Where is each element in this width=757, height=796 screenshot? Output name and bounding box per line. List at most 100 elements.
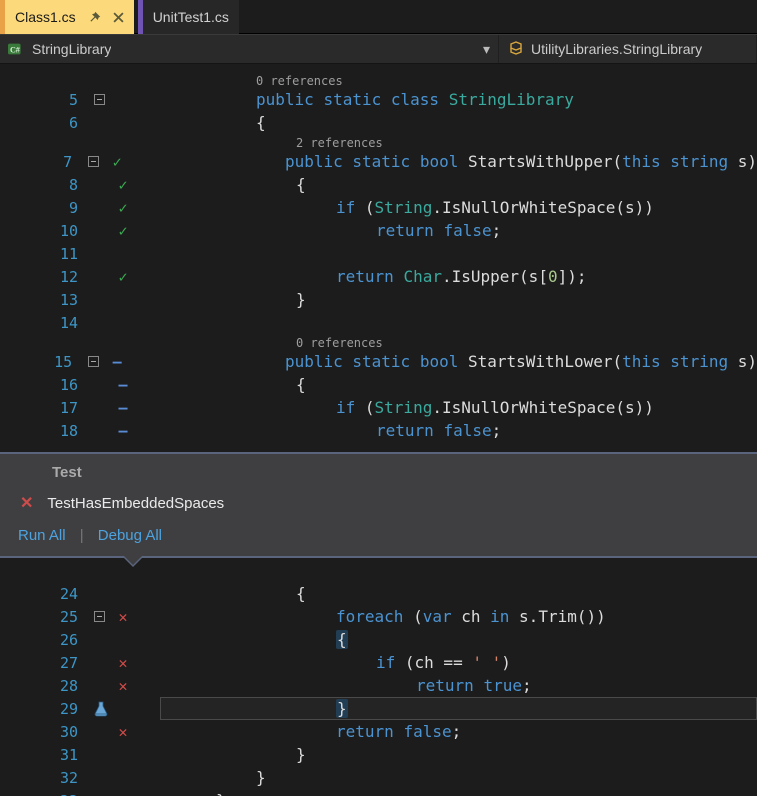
code-line[interactable]: 10 ✓ return false;: [0, 219, 757, 242]
code-text: }: [160, 288, 757, 311]
run-all-link[interactable]: Run All: [18, 527, 66, 544]
code-line[interactable]: 25 ✕ foreach (var ch in s.Trim()): [0, 605, 757, 628]
gutter: ✕: [90, 720, 160, 743]
code-line[interactable]: 5 public static class StringLibrary: [0, 88, 757, 111]
code-text: return false;: [160, 419, 757, 442]
codelens-references[interactable]: 2 references: [160, 136, 383, 150]
line-number: 17: [0, 399, 90, 417]
gutter: —: [90, 419, 160, 442]
gutter: [90, 311, 160, 334]
tab-label: Class1.cs: [15, 9, 76, 25]
codelens-references[interactable]: 0 references: [160, 74, 343, 88]
code-text: }: [160, 789, 757, 796]
line-number: 13: [0, 291, 90, 309]
debug-all-link[interactable]: Debug All: [98, 527, 162, 544]
separator: |: [80, 527, 84, 544]
code-text: return false;: [160, 219, 757, 242]
code-line[interactable]: 27 ✕ if (ch == ' '): [0, 651, 757, 674]
close-icon[interactable]: [113, 12, 124, 23]
line-number: 9: [0, 199, 90, 217]
line-number: 32: [0, 769, 90, 787]
code-text: if (String.IsNullOrWhiteSpace(s)): [160, 396, 757, 419]
gutter: [90, 88, 160, 111]
gutter: ✓: [90, 265, 160, 288]
code-line[interactable]: 26 {: [0, 628, 757, 651]
code-text: }: [160, 766, 757, 789]
code-text: {: [160, 373, 757, 396]
fail-x-icon: ✕: [20, 493, 33, 513]
nav-scope-label: StringLibrary: [32, 41, 111, 57]
gutter: [90, 582, 160, 605]
fold-toggle[interactable]: [94, 94, 105, 105]
navigation-bar: C# StringLibrary ▾ UtilityLibraries.Stri…: [0, 34, 757, 64]
test-notrun-icon: —: [114, 376, 132, 394]
code-line[interactable]: 12 ✓ return Char.IsUpper(s[0]);: [0, 265, 757, 288]
gutter: [90, 242, 160, 265]
code-text: {: [160, 582, 757, 605]
code-text: if (ch == ' '): [160, 651, 757, 674]
gutter: [90, 111, 160, 134]
code-line[interactable]: 15 — public static bool StartsWithLower(…: [0, 350, 757, 373]
code-line[interactable]: 24 {: [0, 582, 757, 605]
gutter: —: [90, 396, 160, 419]
code-line[interactable]: 11: [0, 242, 757, 265]
line-number: 11: [0, 245, 90, 263]
test-fail-icon: ✕: [114, 608, 132, 626]
gutter: —: [84, 350, 149, 373]
test-pass-icon: ✓: [114, 222, 132, 240]
code-line[interactable]: 29 }: [0, 697, 757, 720]
nav-type-label: UtilityLibraries.StringLibrary: [531, 41, 702, 57]
code-line[interactable]: 7 ✓ public static bool StartsWithUpper(t…: [0, 150, 757, 173]
test-notrun-icon: —: [114, 422, 132, 440]
code-text: {: [160, 111, 757, 134]
test-pass-icon: ✓: [114, 268, 132, 286]
pin-icon[interactable]: [88, 11, 101, 24]
fold-toggle[interactable]: [88, 156, 99, 167]
code-editor[interactable]: 0 references 5 public static class Strin…: [0, 64, 757, 796]
gutter: ✓: [90, 219, 160, 242]
fold-toggle[interactable]: [88, 356, 99, 367]
code-line[interactable]: 14: [0, 311, 757, 334]
chevron-down-icon: ▾: [477, 41, 490, 58]
failed-test-row[interactable]: ✕ TestHasEmbeddedSpaces: [0, 487, 757, 523]
line-number: 8: [0, 176, 90, 194]
line-number: 5: [0, 91, 90, 109]
csharp-file-icon: C#: [8, 41, 26, 57]
code-line[interactable]: 32 }: [0, 766, 757, 789]
flask-icon: [93, 701, 109, 717]
tab-strip: Class1.cs UnitTest1.cs: [0, 0, 757, 34]
code-line[interactable]: 31 }: [0, 743, 757, 766]
code-text: }: [160, 697, 757, 720]
code-text: return false;: [160, 720, 757, 743]
gutter: ✓: [84, 150, 149, 173]
test-results-popup: Test ✕ TestHasEmbeddedSpaces Run All | D…: [0, 452, 757, 558]
test-pass-icon: ✓: [114, 176, 132, 194]
nav-type-dropdown[interactable]: UtilityLibraries.StringLibrary: [499, 35, 757, 63]
test-pass-icon: ✓: [114, 199, 132, 217]
nav-scope-dropdown[interactable]: C# StringLibrary ▾: [0, 35, 499, 63]
code-line[interactable]: 18 — return false;: [0, 419, 757, 442]
code-line[interactable]: 9 ✓ if (String.IsNullOrWhiteSpace(s)): [0, 196, 757, 219]
gutter: [90, 789, 160, 796]
code-text: public static class StringLibrary: [160, 88, 757, 111]
code-line[interactable]: 28 ✕ return true;: [0, 674, 757, 697]
code-line[interactable]: 17 — if (String.IsNullOrWhiteSpace(s)): [0, 396, 757, 419]
code-line[interactable]: 33 }: [0, 789, 757, 796]
gutter: ✕: [90, 605, 160, 628]
code-line[interactable]: 16 — {: [0, 373, 757, 396]
tab-unittest1[interactable]: UnitTest1.cs: [138, 0, 239, 34]
codelens-references[interactable]: 0 references: [160, 336, 383, 350]
code-line[interactable]: 6 {: [0, 111, 757, 134]
line-number: 31: [0, 746, 90, 764]
code-line[interactable]: 8 ✓ {: [0, 173, 757, 196]
line-number: 6: [0, 114, 90, 132]
code-line[interactable]: 30 ✕ return false;: [0, 720, 757, 743]
gutter: [90, 743, 160, 766]
tab-class1[interactable]: Class1.cs: [0, 0, 134, 34]
test-fail-icon: ✕: [114, 654, 132, 672]
fold-toggle[interactable]: [94, 611, 105, 622]
test-notrun-icon: —: [108, 353, 126, 371]
line-number: 28: [0, 677, 90, 695]
line-number: 30: [0, 723, 90, 741]
code-line[interactable]: 13 }: [0, 288, 757, 311]
